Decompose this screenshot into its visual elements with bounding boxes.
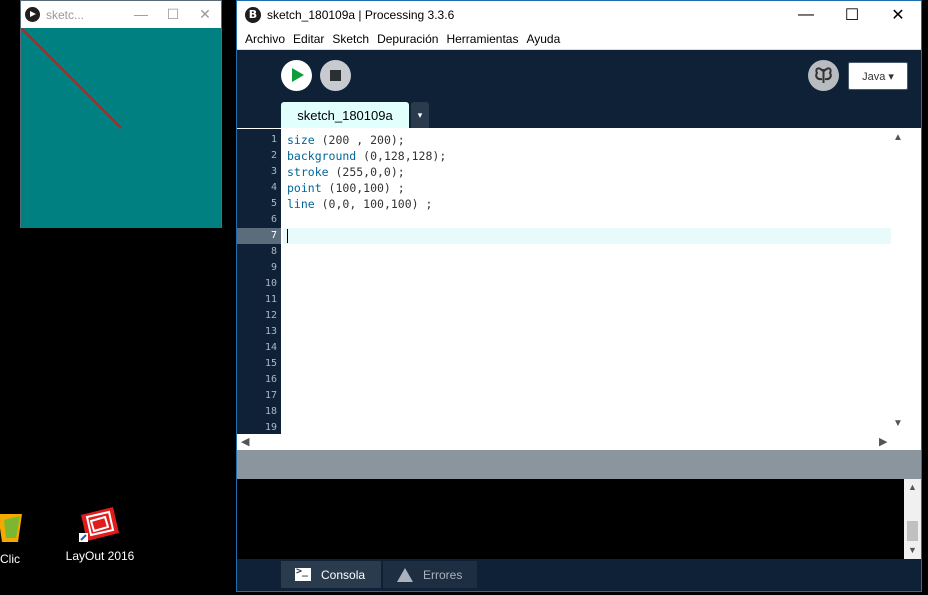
processing-run-icon bbox=[25, 7, 40, 22]
menu-bar: Archivo Editar Sketch Depuración Herrami… bbox=[237, 29, 921, 50]
tab-menu-button[interactable]: ▾ bbox=[411, 102, 429, 128]
menu-herramientas[interactable]: Herramientas bbox=[442, 32, 522, 46]
scroll-up-arrow-icon[interactable]: ▲ bbox=[908, 482, 917, 492]
line-number: 8 bbox=[270, 246, 277, 257]
line-number: 12 bbox=[264, 310, 277, 321]
code-function: line bbox=[287, 197, 315, 211]
line-number: 3 bbox=[270, 166, 277, 177]
console-output: ▲ ▼ bbox=[237, 479, 921, 559]
code-function: stroke bbox=[287, 165, 329, 179]
code-line: background (0,128,128); bbox=[287, 148, 446, 164]
console-icon bbox=[295, 566, 311, 581]
sketch-output-window: sketc... — ☐ ✕ bbox=[20, 0, 222, 228]
line-number: 16 bbox=[264, 374, 277, 385]
line-number: 6 bbox=[270, 214, 277, 225]
menu-archivo[interactable]: Archivo bbox=[241, 32, 289, 46]
title-bar[interactable]: B sketch_180109a | Processing 3.3.6 — ☐ … bbox=[237, 1, 921, 29]
desktop-icon-clic[interactable]: Clic bbox=[0, 508, 40, 566]
scroll-down-arrow-icon[interactable]: ▼ bbox=[893, 418, 903, 429]
butterfly-icon[interactable] bbox=[808, 60, 839, 91]
menu-ayuda[interactable]: Ayuda bbox=[522, 32, 564, 46]
code-line: size (200 , 200); bbox=[287, 132, 405, 148]
console-divider[interactable] bbox=[237, 450, 921, 479]
minimize-button[interactable]: — bbox=[783, 1, 829, 29]
editor-horizontal-scrollbar[interactable]: ◀ ▶ bbox=[237, 434, 921, 450]
line-number: 15 bbox=[264, 358, 277, 369]
line-number: 4 bbox=[270, 182, 277, 193]
line-number: 7 bbox=[270, 230, 277, 241]
tab-consola[interactable]: Consola bbox=[281, 561, 381, 588]
close-button[interactable]: ✕ bbox=[189, 6, 221, 23]
line-number: 5 bbox=[270, 198, 277, 209]
sketch-window-title: sketc... bbox=[46, 7, 85, 22]
scrollbar-thumb[interactable] bbox=[907, 521, 918, 541]
sketch-title-bar[interactable]: sketc... — ☐ ✕ bbox=[21, 1, 221, 28]
menu-editar[interactable]: Editar bbox=[289, 32, 328, 46]
line-number: 9 bbox=[270, 262, 277, 273]
line-number: 2 bbox=[270, 150, 277, 161]
tab-label: Errores bbox=[423, 567, 463, 582]
console-scrollbar[interactable]: ▲ ▼ bbox=[904, 479, 921, 559]
code-function: background bbox=[287, 149, 357, 163]
close-button[interactable]: ✕ bbox=[875, 1, 921, 29]
scroll-right-arrow-icon[interactable]: ▶ bbox=[879, 435, 887, 448]
code-line: point (100,100) ; bbox=[287, 180, 405, 196]
line-number: 11 bbox=[264, 294, 277, 305]
code-function: point bbox=[287, 181, 322, 195]
tab-bar: sketch_180109a ▾ bbox=[237, 100, 921, 128]
line-number: 18 bbox=[264, 406, 277, 417]
sketch-canvas bbox=[20, 27, 221, 228]
line-number: 17 bbox=[264, 390, 277, 401]
scroll-down-arrow-icon[interactable]: ▼ bbox=[908, 545, 917, 555]
menu-sketch[interactable]: Sketch bbox=[328, 32, 373, 46]
code-line: stroke (255,0,0); bbox=[287, 164, 405, 180]
clic-app-icon bbox=[0, 508, 30, 548]
tab-sketch[interactable]: sketch_180109a bbox=[281, 102, 409, 128]
code-editor[interactable]: 1 2 3 4 5 6 7 8 9 10 11 12 13 14 15 16 1… bbox=[237, 129, 921, 434]
desktop-icon-label: LayOut 2016 bbox=[65, 549, 135, 563]
line-number: 10 bbox=[264, 278, 277, 289]
maximize-button[interactable]: ☐ bbox=[829, 1, 875, 29]
line-number-gutter: 1 2 3 4 5 6 7 8 9 10 11 12 13 14 15 16 1… bbox=[237, 129, 281, 434]
line-number: 1 bbox=[270, 134, 277, 145]
text-caret bbox=[287, 229, 288, 243]
layout-app-icon bbox=[77, 505, 123, 545]
code-args: (0,0, 100,100) ; bbox=[314, 197, 433, 211]
code-args: (0,128,128); bbox=[356, 149, 447, 163]
window-title: sketch_180109a | Processing 3.3.6 bbox=[267, 8, 455, 22]
minimize-button[interactable]: — bbox=[125, 6, 157, 23]
desktop-icon-label: Clic bbox=[0, 552, 20, 566]
scroll-up-arrow-icon[interactable]: ▲ bbox=[893, 132, 903, 143]
code-function: size bbox=[287, 133, 315, 147]
current-line-highlight bbox=[283, 228, 891, 244]
processing-logo-icon: B bbox=[245, 7, 261, 23]
tab-label: Consola bbox=[321, 567, 366, 582]
code-args: (255,0,0); bbox=[328, 165, 405, 179]
toolbar: Java ▾ bbox=[237, 50, 921, 100]
tab-errores[interactable]: Errores bbox=[383, 561, 477, 588]
footer-bar: Consola Errores bbox=[237, 559, 921, 591]
stop-button[interactable] bbox=[320, 60, 351, 91]
line-number: 14 bbox=[264, 342, 277, 353]
run-button[interactable] bbox=[281, 60, 312, 91]
maximize-button[interactable]: ☐ bbox=[157, 6, 189, 23]
processing-main-window: B sketch_180109a | Processing 3.3.6 — ☐ … bbox=[236, 0, 922, 592]
scroll-left-arrow-icon[interactable]: ◀ bbox=[241, 435, 249, 448]
code-args: (200 , 200); bbox=[314, 133, 405, 147]
warning-icon bbox=[397, 567, 413, 582]
editor-vertical-scrollbar[interactable]: ▲ ▼ bbox=[891, 129, 905, 434]
menu-depuracion[interactable]: Depuración bbox=[373, 32, 442, 46]
code-line: line (0,0, 100,100) ; bbox=[287, 196, 432, 212]
mode-selector[interactable]: Java ▾ bbox=[848, 62, 908, 90]
line-number: 13 bbox=[264, 326, 277, 337]
desktop: Clic LayOut 2016 sketc... — ☐ ✕ B sketch… bbox=[0, 0, 928, 595]
code-args: (100,100) ; bbox=[321, 181, 405, 195]
code-area[interactable]: size (200 , 200); background (0,128,128)… bbox=[283, 129, 891, 434]
desktop-icon-layout[interactable]: LayOut 2016 bbox=[60, 505, 140, 563]
